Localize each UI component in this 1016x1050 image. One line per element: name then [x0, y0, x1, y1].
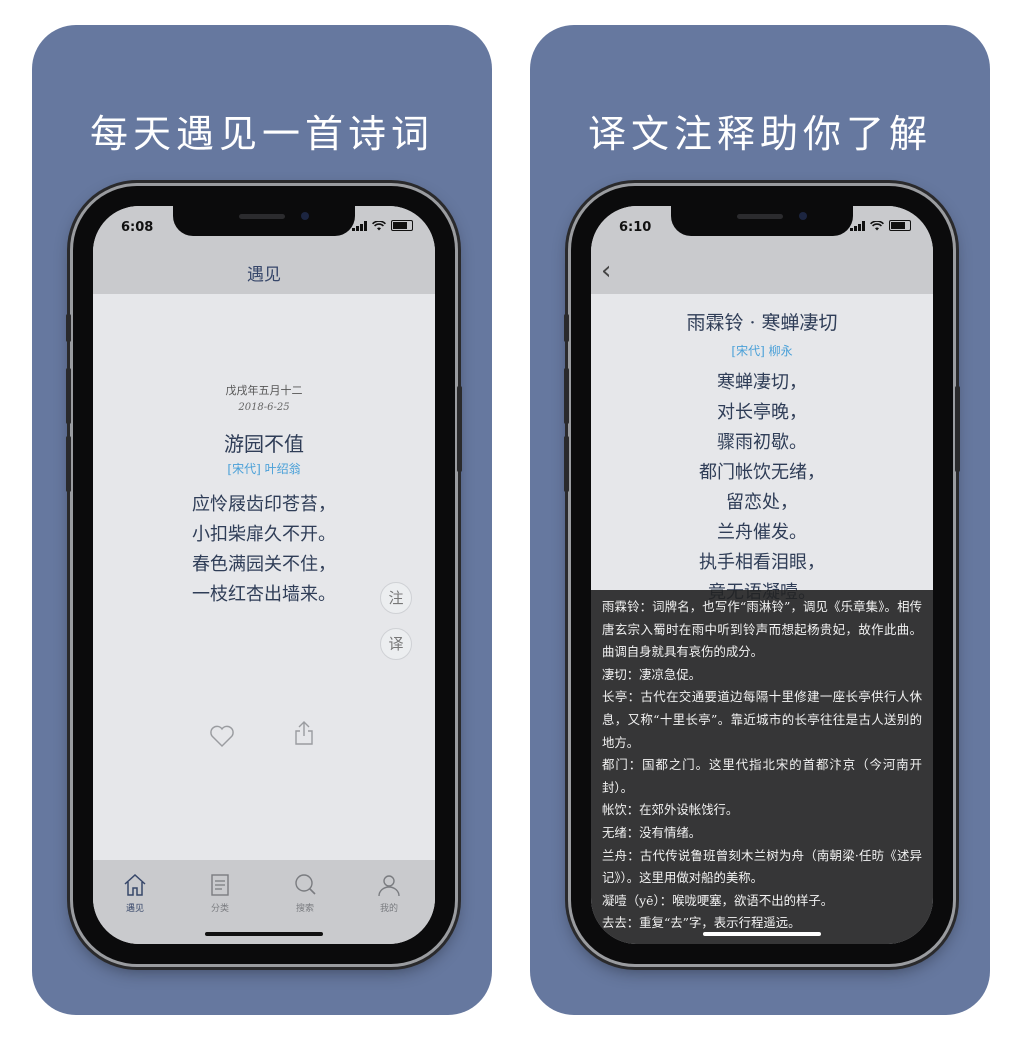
note-item: 都门：国都之门。这里代指北宋的首都汴京（今河南开封）。	[602, 757, 922, 795]
poem-author[interactable]: 柳永	[769, 344, 793, 358]
poem-line: 执手相看泪眼，	[699, 552, 825, 573]
poem-line: 寒蝉凄切，	[717, 372, 807, 393]
tab-bar: 遇见 分类 搜索 我的	[93, 860, 435, 944]
note-item: 凝噎（yē）：喉咙哽塞，欲语不出的样子。	[602, 892, 834, 908]
signal-icon	[352, 220, 367, 231]
battery-icon	[889, 220, 911, 231]
note-item: 兰舟：古代传说鲁班曾刻木兰树为舟（南朝梁·任昉《述异记》）。这里用做对船的美称。	[602, 847, 922, 886]
home-indicator[interactable]	[703, 932, 821, 936]
note-item: 无绪：没有情绪。	[602, 824, 702, 840]
tab-search[interactable]: 搜索	[275, 872, 335, 914]
poem-author-line: [宋代] 柳永	[591, 342, 933, 359]
note-item: 帐饮：在郊外设帐饯行。	[602, 802, 739, 818]
tab-category[interactable]: 分类	[190, 872, 250, 914]
page-title: 遇见	[247, 265, 281, 285]
notes-button[interactable]: 注	[380, 582, 412, 614]
poem-line: 春色满园关不住，	[192, 554, 336, 575]
notes-overlay[interactable]: 雨霖铃：词牌名，也写作“雨淋铃”，调见《乐章集》。相传唐玄宗入蜀时在雨中听到铃声…	[591, 590, 933, 944]
note-item: 凄切：凄凉急促。	[602, 666, 702, 682]
phone-frame: 6:10 ‹ 雨霖铃 · 寒蝉凄切 [宋代] 柳永 寒蝉凄切， 对长亭晚， 骤雨…	[564, 186, 960, 964]
gregorian-date: 2018-6-25	[238, 402, 290, 413]
promo-headline: 译文注释助你了解	[587, 112, 932, 156]
promo-panel-left: 每天遇见一首诗词 6:08 遇见 戊戌年五月十二 2018-6-25 游园不值 …	[32, 25, 492, 1015]
back-chevron-icon[interactable]: ‹	[601, 256, 611, 286]
book-icon	[211, 874, 229, 896]
profile-icon	[378, 875, 400, 897]
phone-frame: 6:08 遇见 戊戌年五月十二 2018-6-25 游园不值 [宋代] 叶绍翁 …	[66, 186, 462, 964]
note-item: 雨霖铃：词牌名，也写作“雨淋铃”，调见《乐章集》。相传唐玄宗入蜀时在雨中听到铃声…	[602, 599, 922, 660]
tab-label: 搜索	[295, 904, 314, 914]
home-indicator[interactable]	[205, 932, 323, 936]
note-item: 长亭：古代在交通要道边每隔十里修建一座长亭供行人休息，又称“十里长亭”。靠近城市…	[602, 689, 922, 750]
poem-author[interactable]: 叶绍翁	[265, 462, 301, 476]
tab-label: 遇见	[125, 904, 144, 914]
promo-panel-right: 译文注释助你了解 6:10 ‹ 雨霖铃 · 寒蝉凄切 [宋代] 柳永 寒蝉凄切，…	[530, 25, 990, 1015]
poem-author-line: [宋代] 叶绍翁	[93, 460, 435, 477]
wifi-icon	[372, 220, 386, 230]
home-icon	[124, 873, 146, 896]
poem-line: 留恋处，	[726, 492, 798, 513]
poem-dynasty[interactable]: [宋代]	[227, 462, 260, 476]
poem-line: 兰舟催发。	[717, 522, 807, 543]
poem-line: 骤雨初歇。	[717, 432, 807, 453]
promo-headline: 每天遇见一首诗词	[89, 112, 434, 156]
poem-title: 雨霖铃 · 寒蝉凄切	[686, 312, 838, 334]
tab-label: 我的	[379, 904, 398, 914]
app-screen: 6:08 遇见 戊戌年五月十二 2018-6-25 游园不值 [宋代] 叶绍翁 …	[93, 206, 435, 944]
heart-icon[interactable]	[208, 724, 236, 748]
search-icon	[295, 874, 316, 895]
lunar-date: 戊戌年五月十二	[225, 384, 303, 397]
app-screen: 6:10 ‹ 雨霖铃 · 寒蝉凄切 [宋代] 柳永 寒蝉凄切， 对长亭晚， 骤雨…	[591, 206, 933, 944]
poem-dynasty[interactable]: [宋代]	[731, 344, 764, 358]
poem-line: 都门帐饮无绪，	[699, 462, 825, 483]
tab-encounter[interactable]: 遇见	[105, 872, 165, 914]
signal-icon	[850, 220, 865, 231]
battery-icon	[391, 220, 413, 231]
poem-line: 小扣柴扉久不开。	[192, 524, 336, 545]
poem-line: 对长亭晚，	[717, 402, 807, 423]
translate-button[interactable]: 译	[380, 628, 412, 660]
status-time: 6:08	[121, 220, 154, 235]
tab-label: 分类	[210, 904, 229, 914]
share-icon[interactable]	[293, 720, 315, 746]
status-time: 6:10	[619, 220, 652, 235]
wifi-icon	[870, 220, 884, 230]
poem-line: 应怜屐齿印苍苔，	[192, 494, 336, 515]
poem-title: 游园不值	[224, 432, 304, 456]
tab-mine[interactable]: 我的	[359, 872, 419, 914]
